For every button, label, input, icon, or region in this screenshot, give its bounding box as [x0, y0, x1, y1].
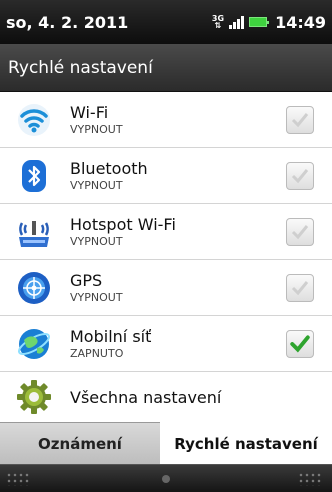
- setting-row-bluetooth[interactable]: Bluetooth VYPNOUT: [0, 148, 332, 204]
- signal-strength-icon: [229, 15, 245, 29]
- status-icons: 3G ⇅: [212, 15, 270, 30]
- tab-notifications[interactable]: Oznámení: [0, 422, 160, 464]
- hotspot-icon: [10, 204, 58, 260]
- checkmark-icon: [291, 224, 309, 239]
- gps-icon: [10, 260, 58, 316]
- setting-row-wifi[interactable]: Wi-Fi VYPNOUT: [0, 92, 332, 148]
- setting-row-hotspot[interactable]: Hotspot Wi-Fi VYPNOUT: [0, 204, 332, 260]
- mobile-network-icon: [10, 316, 58, 372]
- setting-status: VYPNOUT: [70, 122, 123, 136]
- bluetooth-icon: [10, 148, 58, 204]
- status-time: 14:49: [275, 12, 326, 32]
- setting-row-mobile-network[interactable]: Mobilní síť ZAPNUTO: [0, 316, 332, 372]
- all-settings-row[interactable]: Všechna nastavení: [0, 372, 332, 422]
- gear-icon: [10, 369, 58, 425]
- checkmark-icon: [290, 334, 310, 352]
- setting-status: VYPNOUT: [70, 234, 123, 248]
- network-type-icon: 3G ⇅: [212, 15, 224, 30]
- hotspot-checkbox[interactable]: [286, 217, 314, 246]
- page-title-text: Rychlé nastavení: [8, 57, 153, 78]
- setting-label: Wi-Fi: [70, 102, 109, 122]
- mobile-network-checkbox[interactable]: [286, 329, 314, 358]
- tab-quick-settings[interactable]: Rychlé nastavení: [160, 422, 332, 464]
- battery-icon: [249, 17, 270, 27]
- status-bar: so, 4. 2. 2011 3G ⇅ 14:49: [0, 0, 332, 44]
- setting-label: Hotspot Wi-Fi: [70, 214, 176, 234]
- status-date: so, 4. 2. 2011: [6, 12, 129, 32]
- setting-row-gps[interactable]: GPS VYPNOUT: [0, 260, 332, 316]
- checkmark-icon: [291, 168, 309, 183]
- settings-list: Wi-Fi VYPNOUT Bluetooth VYPNOUT Hotspot …: [0, 92, 332, 422]
- wifi-checkbox[interactable]: [286, 105, 314, 134]
- page-title: Rychlé nastavení: [0, 44, 332, 92]
- wifi-icon: [10, 92, 58, 148]
- setting-status: VYPNOUT: [70, 178, 123, 192]
- tab-bar: Oznámení Rychlé nastavení: [0, 422, 332, 464]
- setting-status: ZAPNUTO: [70, 346, 124, 360]
- setting-label: Bluetooth: [70, 158, 148, 178]
- grip-left-icon: [6, 472, 30, 486]
- grip-right-icon: [298, 472, 322, 486]
- all-settings-label: Všechna nastavení: [70, 387, 222, 407]
- checkmark-icon: [291, 112, 309, 127]
- handle-knob-icon: [162, 475, 170, 483]
- data-arrows-icon: ⇅: [214, 21, 222, 30]
- setting-status: VYPNOUT: [70, 290, 123, 304]
- gps-checkbox[interactable]: [286, 273, 314, 302]
- drawer-handle[interactable]: [0, 464, 332, 492]
- checkmark-icon: [291, 280, 309, 295]
- setting-label: GPS: [70, 270, 103, 290]
- setting-label: Mobilní síť: [70, 326, 152, 346]
- bluetooth-checkbox[interactable]: [286, 161, 314, 190]
